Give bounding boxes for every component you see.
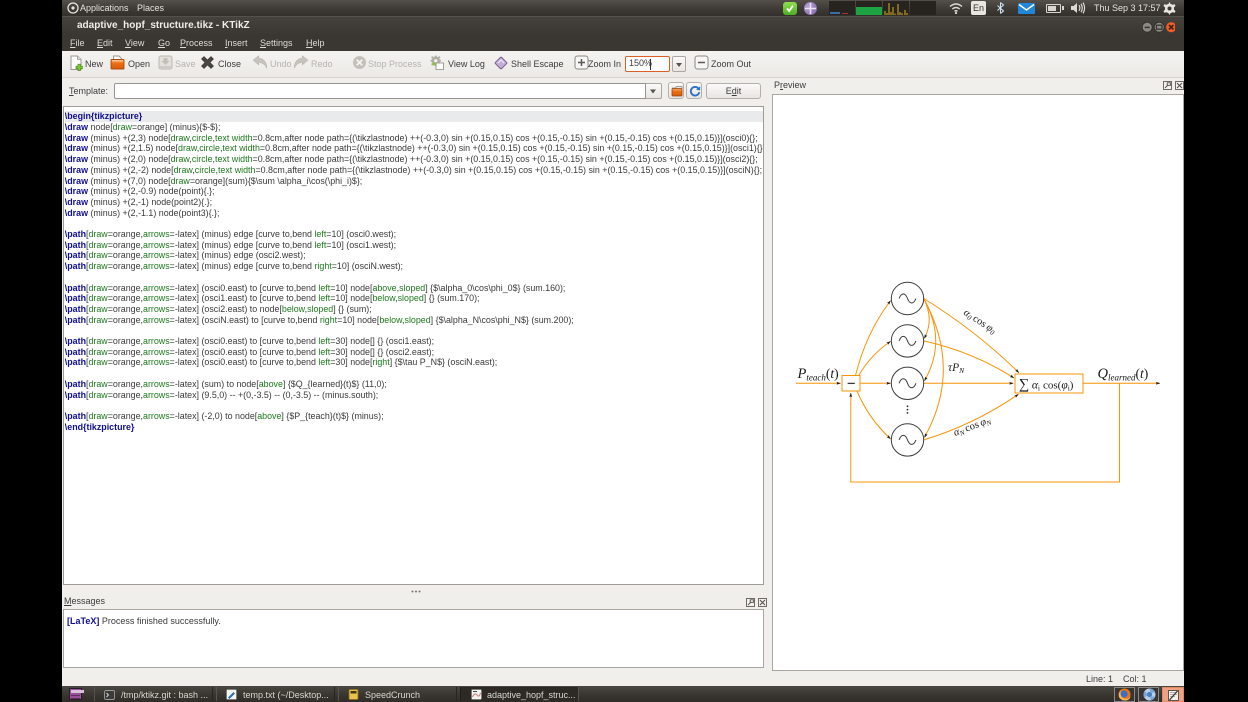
svg-text:α0cosφ0: α0cosφ0 <box>961 307 998 337</box>
svg-text:∑αicos(φi): ∑αicos(φi) <box>1019 377 1074 393</box>
svg-text:Pteach(t): Pteach(t) <box>797 366 839 382</box>
svg-text:Qlearned(t): Qlearned(t) <box>1098 366 1149 382</box>
svg-text:τPN: τPN <box>948 362 965 375</box>
